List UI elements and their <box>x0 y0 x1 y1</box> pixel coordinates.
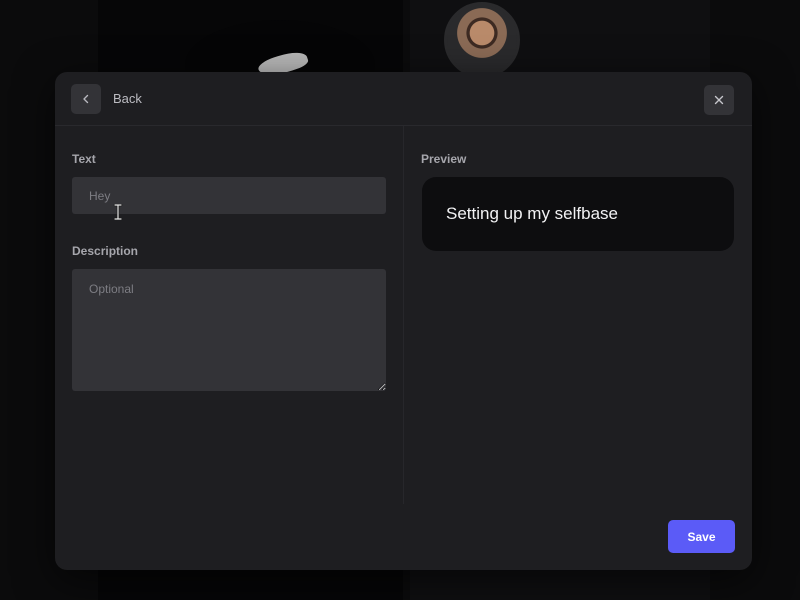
panel-divider <box>403 126 404 504</box>
preview-text: Setting up my selfbase <box>446 204 618 223</box>
text-label: Text <box>72 152 96 166</box>
avatar <box>444 2 520 78</box>
preview-card: Setting up my selfbase <box>422 177 734 251</box>
chevron-left-icon <box>83 94 89 104</box>
close-icon <box>714 95 724 105</box>
text-cursor-icon <box>113 204 123 220</box>
back-button[interactable] <box>71 84 101 114</box>
back-label[interactable]: Back <box>113 91 142 106</box>
edit-modal: Back Text Description Preview Setting up… <box>55 72 752 570</box>
preview-label: Preview <box>421 152 467 166</box>
modal-header: Back <box>55 72 752 126</box>
save-button[interactable]: Save <box>668 520 735 553</box>
description-field[interactable] <box>72 269 386 391</box>
description-label: Description <box>72 244 139 258</box>
close-button[interactable] <box>704 85 734 115</box>
